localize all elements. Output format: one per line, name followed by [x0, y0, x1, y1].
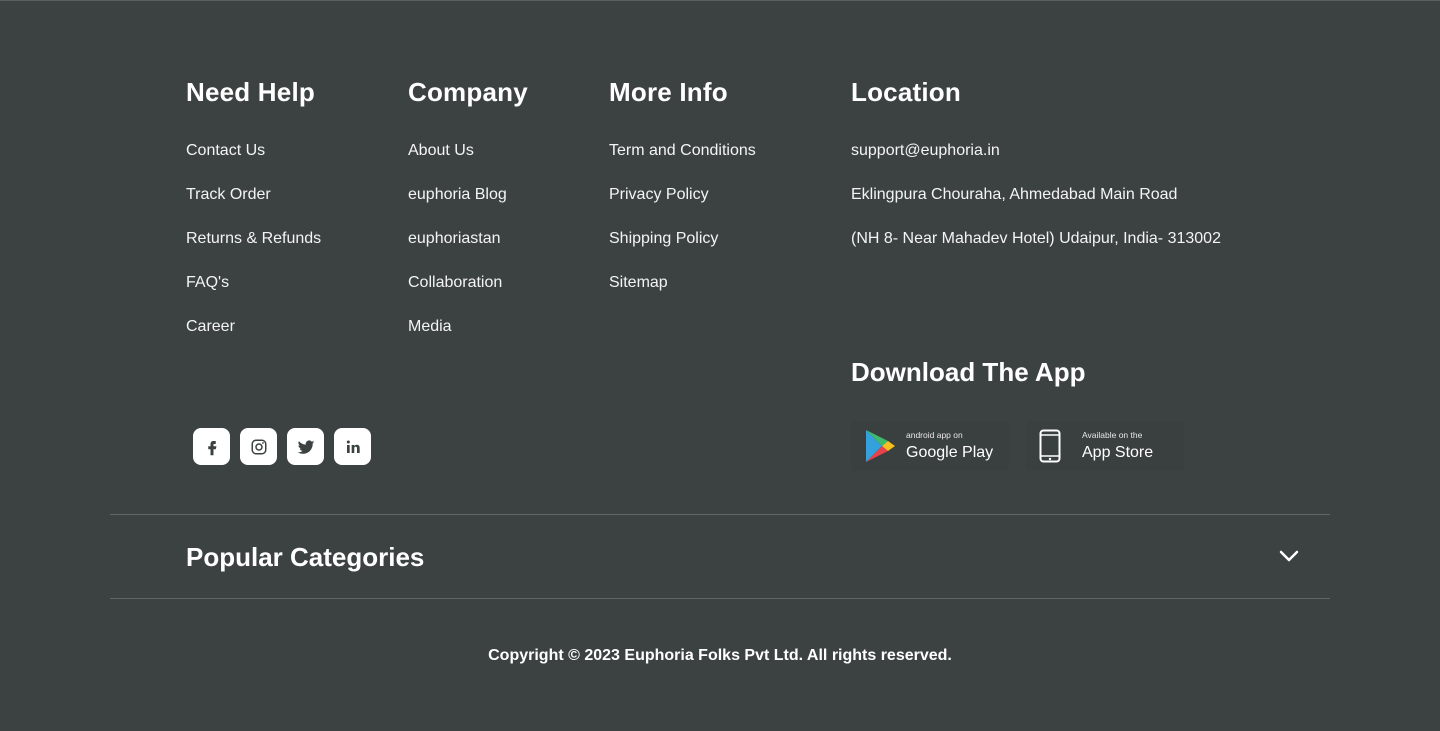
social-links: [193, 428, 371, 465]
career-link[interactable]: Career: [186, 317, 321, 361]
divider-bottom: [110, 598, 1330, 599]
app-store-button[interactable]: Available on the App Store: [1026, 421, 1184, 471]
download-app-heading: Download The App: [851, 357, 1086, 387]
need-help-column: Need Help Contact Us Track Order Returns…: [186, 76, 321, 361]
app-store-text: Available on the App Store: [1082, 430, 1153, 463]
privacy-policy-link[interactable]: Privacy Policy: [609, 185, 756, 229]
sitemap-link[interactable]: Sitemap: [609, 273, 756, 317]
more-info-links: Term and Conditions Privacy Policy Shipp…: [609, 141, 756, 317]
shipping-policy-link[interactable]: Shipping Policy: [609, 229, 756, 273]
terms-link[interactable]: Term and Conditions: [609, 141, 756, 185]
google-play-button[interactable]: android app on Google Play: [851, 421, 1009, 471]
collaboration-link[interactable]: Collaboration: [408, 273, 528, 317]
track-order-link[interactable]: Track Order: [186, 185, 321, 229]
about-us-link[interactable]: About Us: [408, 141, 528, 185]
facebook-button[interactable]: [193, 428, 230, 465]
location-column: Location support@euphoria.in Eklingpura …: [851, 76, 1221, 273]
chevron-down-icon[interactable]: [1277, 544, 1301, 568]
blog-link[interactable]: euphoria Blog: [408, 185, 528, 229]
support-email-link[interactable]: support@euphoria.in: [851, 141, 1221, 185]
twitter-icon: [297, 439, 314, 454]
contact-us-link[interactable]: Contact Us: [186, 141, 321, 185]
facebook-icon: [207, 440, 216, 455]
company-heading: Company: [408, 77, 528, 107]
address-line-1: Eklingpura Chouraha, Ahmedabad Main Road: [851, 186, 1178, 203]
twitter-button[interactable]: [287, 428, 324, 465]
need-help-heading: Need Help: [186, 77, 315, 107]
instagram-icon: [251, 439, 266, 454]
more-info-column: More Info Term and Conditions Privacy Po…: [609, 76, 756, 317]
euphoriastan-link[interactable]: euphoriastan: [408, 229, 528, 273]
location-details: support@euphoria.in Eklingpura Chouraha,…: [851, 141, 1221, 273]
more-info-heading: More Info: [609, 77, 728, 107]
copyright-text: Copyright © 2023 Euphoria Folks Pvt Ltd.…: [488, 647, 952, 664]
top-border: [0, 0, 1440, 1]
google-play-text: android app on Google Play: [906, 430, 993, 463]
popular-categories-heading[interactable]: Popular Categories: [186, 541, 424, 573]
app-store-label: App Store: [1082, 443, 1154, 461]
returns-refunds-link[interactable]: Returns & Refunds: [186, 229, 321, 273]
google-play-label: Google Play: [906, 443, 994, 461]
linkedin-button[interactable]: [334, 428, 371, 465]
faqs-link[interactable]: FAQ's: [186, 273, 321, 317]
need-help-links: Contact Us Track Order Returns & Refunds…: [186, 141, 321, 361]
google-play-icon: [866, 430, 895, 462]
media-link[interactable]: Media: [408, 317, 528, 361]
address-line-2: (NH 8- Near Mahadev Hotel) Udaipur, Indi…: [851, 230, 1221, 247]
phone-icon: [1039, 429, 1061, 463]
google-play-small-label: android app on: [906, 429, 963, 440]
company-links: About Us euphoria Blog euphoriastan Coll…: [408, 141, 528, 361]
app-store-small-label: Available on the: [1082, 429, 1143, 440]
location-heading: Location: [851, 77, 961, 107]
company-column: Company About Us euphoria Blog euphorias…: [408, 76, 528, 361]
instagram-button[interactable]: [240, 428, 277, 465]
linkedin-icon: [346, 439, 360, 453]
divider-top: [110, 514, 1330, 515]
